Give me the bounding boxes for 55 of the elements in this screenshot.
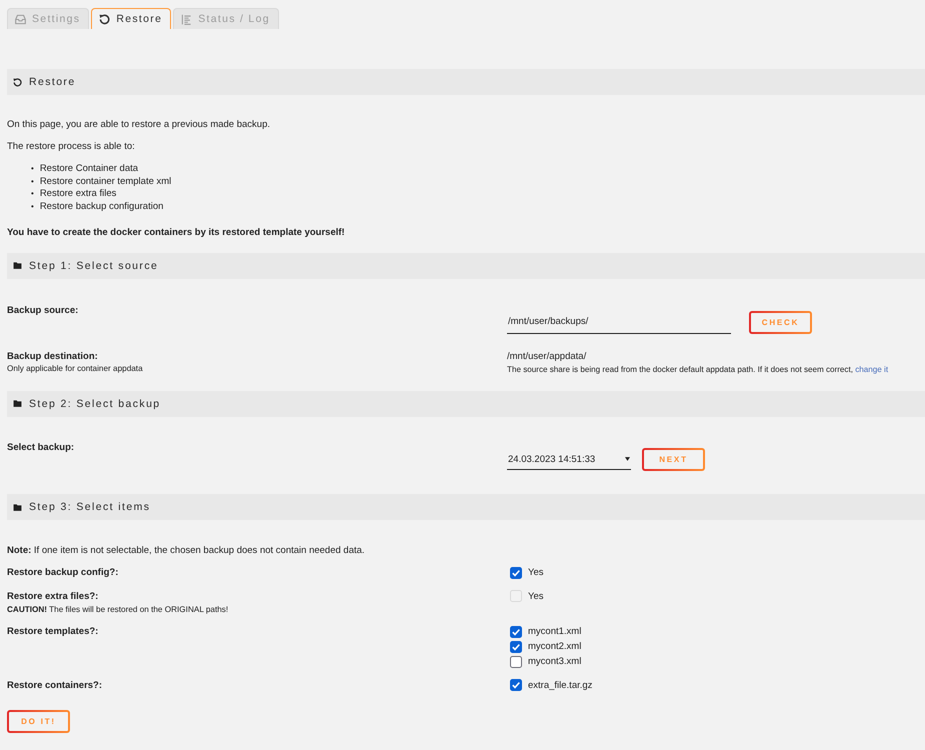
checkbox[interactable] [510, 640, 522, 653]
list-item: Restore Container data [40, 163, 138, 176]
item-label: Restore backup config?: [7, 566, 120, 580]
bullet-mark: • [31, 163, 34, 175]
section-title: Restore [29, 76, 76, 88]
backup-select[interactable]: 24.03.2023 14:51:33 [507, 450, 631, 470]
checkbox[interactable] [510, 566, 522, 579]
item-label: Restore containers?: [7, 678, 104, 693]
field-label: Backup destination: [7, 350, 99, 364]
intro-text: On this page, you are able to restore a previous made backup. [7, 118, 271, 131]
caution-text: CAUTION! The files will be restored on the ORIGINAL paths! [7, 604, 230, 616]
tab[interactable]: Settings [7, 8, 90, 29]
option-label: Yes [528, 567, 544, 578]
tray-icon [15, 14, 26, 24]
checkbox[interactable] [510, 626, 522, 638]
warning-text: You have to create the docker containers by its restored template yourself! [7, 226, 346, 239]
field-hint: Only applicable for container appdata [7, 363, 144, 376]
folder-icon [13, 502, 22, 512]
next-button[interactable]: NEXT [642, 448, 705, 472]
option-label: mycont2.xml [528, 641, 582, 652]
list-icon [181, 14, 192, 24]
do-it-button[interactable]: DO IT! [7, 710, 70, 734]
bullet-mark: • [31, 201, 34, 214]
field-label: Backup source: [7, 304, 78, 316]
item-label: Restore templates?: [7, 625, 100, 640]
note-text: Note: If one item is not selectable, the chosen backup does not contain needed data. [7, 544, 366, 557]
list-title: The restore process is able to: [7, 140, 136, 153]
check-button[interactable]: CHECK [749, 310, 812, 334]
field-label: Select backup: [7, 442, 74, 454]
bullet-mark: • [31, 188, 34, 200]
option-label: mycont1.xml [528, 626, 582, 638]
backup-source-field[interactable]: /mnt/user/backups/ [507, 310, 731, 334]
restore-icon [13, 78, 22, 86]
list-item: Restore extra files [40, 188, 116, 202]
tab[interactable]: Status / Log [173, 8, 279, 29]
option-label: Yes [528, 590, 544, 602]
tab[interactable]: Restore [91, 8, 172, 29]
section-title: Step 3: Select items [29, 501, 150, 514]
list-item: Restore container template xml [40, 176, 172, 188]
folder-icon [13, 399, 22, 408]
caret-icon [625, 457, 630, 462]
destination-path: /mnt/user/appdata/ [507, 350, 588, 364]
restore-icon [99, 14, 110, 24]
option-label: extra_file.tar.gz [528, 680, 592, 691]
source-note: The source share is being read from the docker default appdata path. If it does not seem correct, change it [507, 364, 890, 376]
section-title: Step 2: Select backup [29, 398, 161, 410]
checkbox[interactable] [510, 656, 522, 668]
list-item: Restore backup configuration [40, 201, 164, 214]
folder-icon [13, 261, 22, 270]
checkbox[interactable] [510, 679, 522, 692]
item-label: Restore extra files?: [7, 590, 100, 604]
section-title: Step 1: Select source [29, 260, 158, 272]
option-label: mycont3.xml [528, 656, 582, 668]
bullet-mark: • [31, 176, 34, 188]
change-link[interactable]: change it [855, 365, 888, 374]
